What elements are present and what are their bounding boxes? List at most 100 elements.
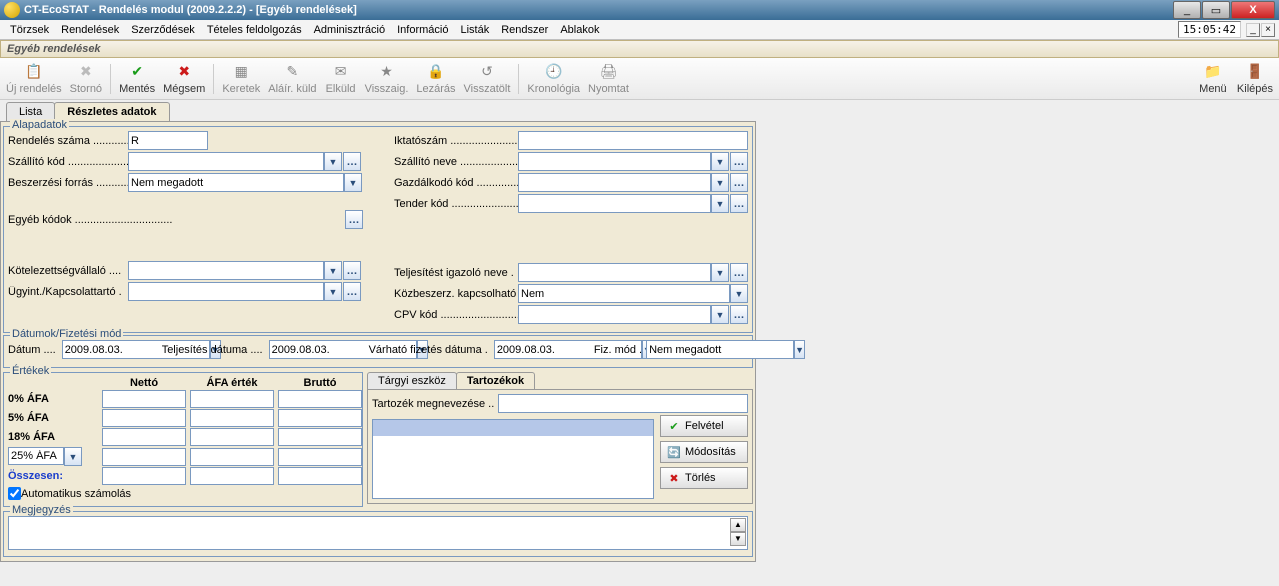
chevron-down-icon[interactable]: ▼ <box>711 173 729 192</box>
chevron-down-icon[interactable]: ▼ <box>711 152 729 171</box>
combo-gazdalkodo[interactable] <box>518 173 711 192</box>
scroll-down-icon[interactable]: ▼ <box>730 532 746 546</box>
mdi-min[interactable]: _ <box>1246 23 1260 37</box>
minimize-button[interactable]: _ <box>1173 1 1201 19</box>
menu-listak[interactable]: Listák <box>454 22 495 38</box>
x-icon: ✖ <box>667 472 681 485</box>
chevron-down-icon[interactable]: ▼ <box>711 263 729 282</box>
menu-info[interactable]: Információ <box>391 22 454 38</box>
modify-button[interactable]: 🔄Módosítás <box>660 441 748 463</box>
reload-button[interactable]: ↺Visszatölt <box>460 61 515 97</box>
tab-reszletes[interactable]: Részletes adatok <box>54 102 169 121</box>
chevron-down-icon[interactable]: ▼ <box>64 447 82 466</box>
chevron-down-icon[interactable]: ▼ <box>324 152 342 171</box>
send-button[interactable]: ✉Elküld <box>321 61 361 97</box>
lookup-gazdalkodo[interactable]: … <box>730 173 748 192</box>
close-button[interactable]: X <box>1231 1 1275 19</box>
menu-szerzodesek[interactable]: Szerződések <box>125 22 201 38</box>
print-button[interactable]: 🖨Nyomtat <box>584 61 633 97</box>
inp-afa18-afa[interactable] <box>190 428 274 446</box>
lookup-szallito-kod[interactable]: … <box>343 152 361 171</box>
input-iktatoszam[interactable] <box>518 131 748 150</box>
sign-send-button[interactable]: ✎Aláír. küld <box>264 61 320 97</box>
chevron-down-icon[interactable]: ▼ <box>344 173 362 192</box>
delete-button[interactable]: ✖Törlés <box>660 467 748 489</box>
accessory-list[interactable] <box>372 419 654 499</box>
tab-targyi[interactable]: Tárgyi eszköz <box>367 372 457 389</box>
list-row-selected[interactable] <box>373 420 653 436</box>
save-button[interactable]: ✔Mentés <box>115 61 159 97</box>
input-tartozek-megnev[interactable] <box>498 394 748 413</box>
combo-kotelezettseg[interactable] <box>128 261 324 280</box>
memo-megjegyzes[interactable]: ▲▼ <box>8 516 748 550</box>
legend-datumok: Dátumok/Fizetési mód <box>10 328 123 340</box>
inp-sum-afa[interactable] <box>190 467 274 485</box>
combo-teljig[interactable] <box>518 263 711 282</box>
combo-szallito-kod[interactable] <box>128 152 324 171</box>
add-button[interactable]: ✔Felvétel <box>660 415 748 437</box>
combo-kozbeszerz[interactable] <box>518 284 730 303</box>
menu-teteles[interactable]: Tételes feldolgozás <box>201 22 308 38</box>
combo-fizmod[interactable] <box>646 340 794 359</box>
menu-button[interactable]: 📁Menü <box>1193 61 1233 97</box>
inp-afa5-brutto[interactable] <box>278 409 362 427</box>
inp-afa5-afa[interactable] <box>190 409 274 427</box>
tab-tartozekok[interactable]: Tartozékok <box>456 372 535 389</box>
menu-admin[interactable]: Adminisztráció <box>308 22 392 38</box>
new-order-button[interactable]: 📋Új rendelés <box>2 61 66 97</box>
inp-afa5-netto[interactable] <box>102 409 186 427</box>
lookup-tender[interactable]: … <box>730 194 748 213</box>
lookup-cpv[interactable]: … <box>730 305 748 324</box>
close-order-button[interactable]: 🔒Lezárás <box>412 61 459 97</box>
combo-beszerzesi[interactable] <box>128 173 344 192</box>
checkbox-auto[interactable]: Automatikus számolás <box>8 487 358 500</box>
lookup-egyeb-kodok[interactable]: … <box>345 210 363 229</box>
input-rendeles-szama[interactable] <box>128 131 208 150</box>
inp-afa18-netto[interactable] <box>102 428 186 446</box>
inp-afax-brutto[interactable] <box>278 448 362 466</box>
lookup-kotelezettseg[interactable]: … <box>343 261 361 280</box>
chevron-down-icon[interactable]: ▼ <box>711 305 729 324</box>
chevron-down-icon[interactable]: ▼ <box>730 284 748 303</box>
inp-afa0-netto[interactable] <box>102 390 186 408</box>
menu-ablakok[interactable]: Ablakok <box>554 22 605 38</box>
combo-szallito-neve[interactable] <box>518 152 711 171</box>
refresh-icon: 🔄 <box>667 446 681 459</box>
chevron-down-icon[interactable]: ▼ <box>711 194 729 213</box>
cancel-button[interactable]: ✖Mégsem <box>159 61 209 97</box>
mdi-close[interactable]: × <box>1261 23 1275 37</box>
inp-afa0-afa[interactable] <box>190 390 274 408</box>
inp-afax-afa[interactable] <box>190 448 274 466</box>
exit-button[interactable]: 🚪Kilépés <box>1233 61 1277 97</box>
inp-afax-netto[interactable] <box>102 448 186 466</box>
menu-rendelesek[interactable]: Rendelések <box>55 22 125 38</box>
storno-button[interactable]: ✖Stornó <box>66 61 106 97</box>
combo-cpv[interactable] <box>518 305 711 324</box>
clock-icon: 🕘 <box>545 63 563 81</box>
inp-sum-brutto[interactable] <box>278 467 362 485</box>
menu-rendszer[interactable]: Rendszer <box>495 22 554 38</box>
combo-ugyint[interactable] <box>128 282 324 301</box>
label-szallito-neve: Szállító neve <box>394 156 518 168</box>
inp-afa0-brutto[interactable] <box>278 390 362 408</box>
chronology-button[interactable]: 🕘Kronológia <box>523 61 584 97</box>
lookup-ugyint[interactable]: … <box>343 282 361 301</box>
chevron-down-icon[interactable]: ▼ <box>324 261 342 280</box>
combo-tender[interactable] <box>518 194 711 213</box>
chevron-down-icon[interactable]: ▼ <box>324 282 342 301</box>
confirm-back-button[interactable]: ★Visszaig. <box>361 61 413 97</box>
chevron-down-icon[interactable]: ▼ <box>794 340 805 359</box>
inp-sum-netto[interactable] <box>102 467 186 485</box>
scroll-up-icon[interactable]: ▲ <box>730 518 746 532</box>
menu-torzsek[interactable]: Törzsek <box>4 22 55 38</box>
lookup-teljig[interactable]: … <box>730 263 748 282</box>
accessory-panel: Tartozék megnevezése .. ✔Felvétel 🔄Módos… <box>367 389 753 504</box>
maximize-button[interactable]: ▭ <box>1202 1 1230 19</box>
inp-afa18-brutto[interactable] <box>278 428 362 446</box>
keretek-button[interactable]: ▦Keretek <box>218 61 264 97</box>
fieldset-datumok: Dátumok/Fizetési mód Dátum .... ▼ Teljes… <box>3 335 753 368</box>
combo-afa-select[interactable] <box>8 447 64 465</box>
lookup-szallito-neve[interactable]: … <box>730 152 748 171</box>
checkbox-auto-input[interactable] <box>8 487 21 500</box>
label-teljesitest-ig: Teljesítést igazoló neve . <box>394 267 518 279</box>
